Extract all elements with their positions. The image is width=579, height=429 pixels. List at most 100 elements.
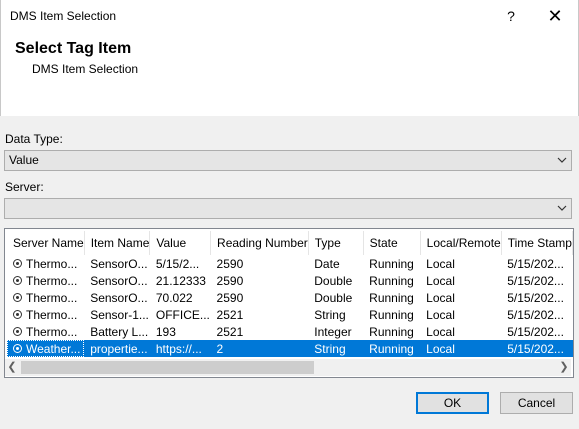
table-cell: 2 [210,340,309,357]
table-cell: Thermo... [7,289,84,306]
table-header-row: Server Name Item Name Value Reading Numb… [7,231,573,255]
chevron-down-icon [557,205,567,211]
column-header-state[interactable]: State [363,231,421,255]
table-cell: 5/15/202... [501,323,572,340]
cell-text: 21.12333 [155,273,206,288]
table-row[interactable]: Thermo... Sensor-1... OFFICE... 2521 String R… [7,306,573,323]
table-row[interactable]: Thermo... SensorO... 70.022 2590 Double Runni… [7,289,573,306]
chevron-right-icon[interactable]: ❯ [557,361,571,374]
cell-text: SensorO... [90,290,148,305]
table-row[interactable]: Weather... propertie... https://... 2 String… [7,340,573,357]
page-title: Select Tag Item [15,40,132,57]
cell-text: Running [369,273,414,288]
table-cell: Weather... [7,340,85,357]
server-label: Server: [5,180,44,194]
table-cell: Integer [308,323,363,340]
cell-text: SensorO... [90,256,148,271]
cell-text: Thermo... [26,324,78,339]
close-icon: ✕ [547,6,563,26]
column-header-local-remote[interactable]: Local/Remote [420,231,502,255]
table-cell: OFFICE... [150,306,211,323]
help-button[interactable]: ? [497,4,525,28]
table-cell: Thermo... [7,272,84,289]
cell-text: Running [369,324,414,339]
table-row[interactable]: Thermo... SensorO... 21.12333 2590 Double Run… [7,272,573,289]
column-header-reading-number[interactable]: Reading Number [210,231,309,255]
cancel-button[interactable]: Cancel [500,392,573,414]
cell-text: Running [369,341,414,356]
table-cell: Running [363,272,420,289]
ok-button[interactable]: OK [416,392,489,414]
table-row[interactable]: Thermo... Battery L... 193 2521 Integer Runni… [7,323,573,340]
table-cell: Running [363,323,420,340]
column-header-item-name[interactable]: Item Name [84,231,151,255]
window-title: DMS Item Selection [10,9,117,23]
table-cell: propertie... [84,340,150,357]
cell-text: Local [426,256,455,271]
cell-text: 2521 [216,324,244,339]
cell-text: Local [426,341,455,356]
cell-text: https://... [155,341,202,356]
table-cell: 5/15/202... [501,306,572,323]
horizontal-scrollbar[interactable]: ❮ ❯ [5,359,571,376]
radio-icon [13,343,22,353]
table-cell: 5/15/202... [501,272,572,289]
cell-text: 70.022 [155,290,193,305]
cell-text: 5/15/202... [507,256,564,271]
table-cell: Double [308,272,363,289]
column-header-type[interactable]: Type [308,231,364,255]
cell-text: Thermo... [26,307,78,322]
table-cell: Date [308,255,363,272]
table-cell: Double [308,289,363,306]
table-cell: 193 [150,323,211,340]
cell-text: 5/15/202... [507,290,564,305]
cell-text: OFFICE... [155,307,210,322]
column-header-time-stamp[interactable]: Time Stamp [501,231,573,255]
page-subtitle: DMS Item Selection [32,62,139,76]
cell-text: propertie... [90,341,148,356]
cell-text: Thermo... [26,256,78,271]
cell-text: Local [426,307,455,322]
cell-text: 5/15/2... [155,256,200,271]
column-header-value[interactable]: Value [149,231,212,255]
table-cell: 21.12333 [150,272,211,289]
header-panel: Select Tag Item DMS Item Selection [0,32,579,116]
table-cell: 5/15/202... [501,340,573,357]
tag-item-list[interactable]: Server Name Item Name Value Reading Numb… [4,228,574,378]
cell-text: Double [314,290,353,305]
scrollbar-thumb[interactable] [21,361,314,374]
table-row[interactable]: Thermo... SensorO... 5/15/2... 2590 Date Runn… [7,255,573,272]
title-bar: DMS Item Selection ? ✕ [0,0,579,32]
cell-text: 5/15/202... [507,307,564,322]
table-cell: Sensor-1... [84,306,150,323]
cell-text: 193 [155,324,176,339]
table-cell: Local [420,272,501,289]
server-select[interactable] [4,198,572,219]
chevron-left-icon[interactable]: ❮ [5,361,19,374]
table-cell: Running [363,340,421,357]
table-cell: 2521 [211,306,309,323]
cell-text: 5/15/202... [507,324,564,339]
column-header-server-name[interactable]: Server Name [7,231,85,255]
cell-text: Weather... [26,341,81,356]
data-type-value: Value [9,153,39,167]
table-cell: Thermo... [7,255,84,272]
table-cell: SensorO... [84,255,150,272]
radio-icon [13,326,22,336]
table-cell: Thermo... [7,306,84,323]
table-cell: 2590 [211,289,309,306]
cell-text: Thermo... [26,273,78,288]
table-cell: Local [420,323,501,340]
cell-text: 5/15/202... [507,341,564,356]
table-cell: String [308,340,364,357]
table-cell: https://... [149,340,211,357]
table-cell: Thermo... [7,323,84,340]
cell-text: Local [426,290,455,305]
radio-icon [13,309,22,319]
table-cell: SensorO... [84,272,150,289]
cell-text: Running [369,256,414,271]
table-cell: Local [420,340,502,357]
data-type-select[interactable]: Value [4,150,572,171]
close-button[interactable]: ✕ [541,4,569,28]
table-cell: SensorO... [84,289,150,306]
